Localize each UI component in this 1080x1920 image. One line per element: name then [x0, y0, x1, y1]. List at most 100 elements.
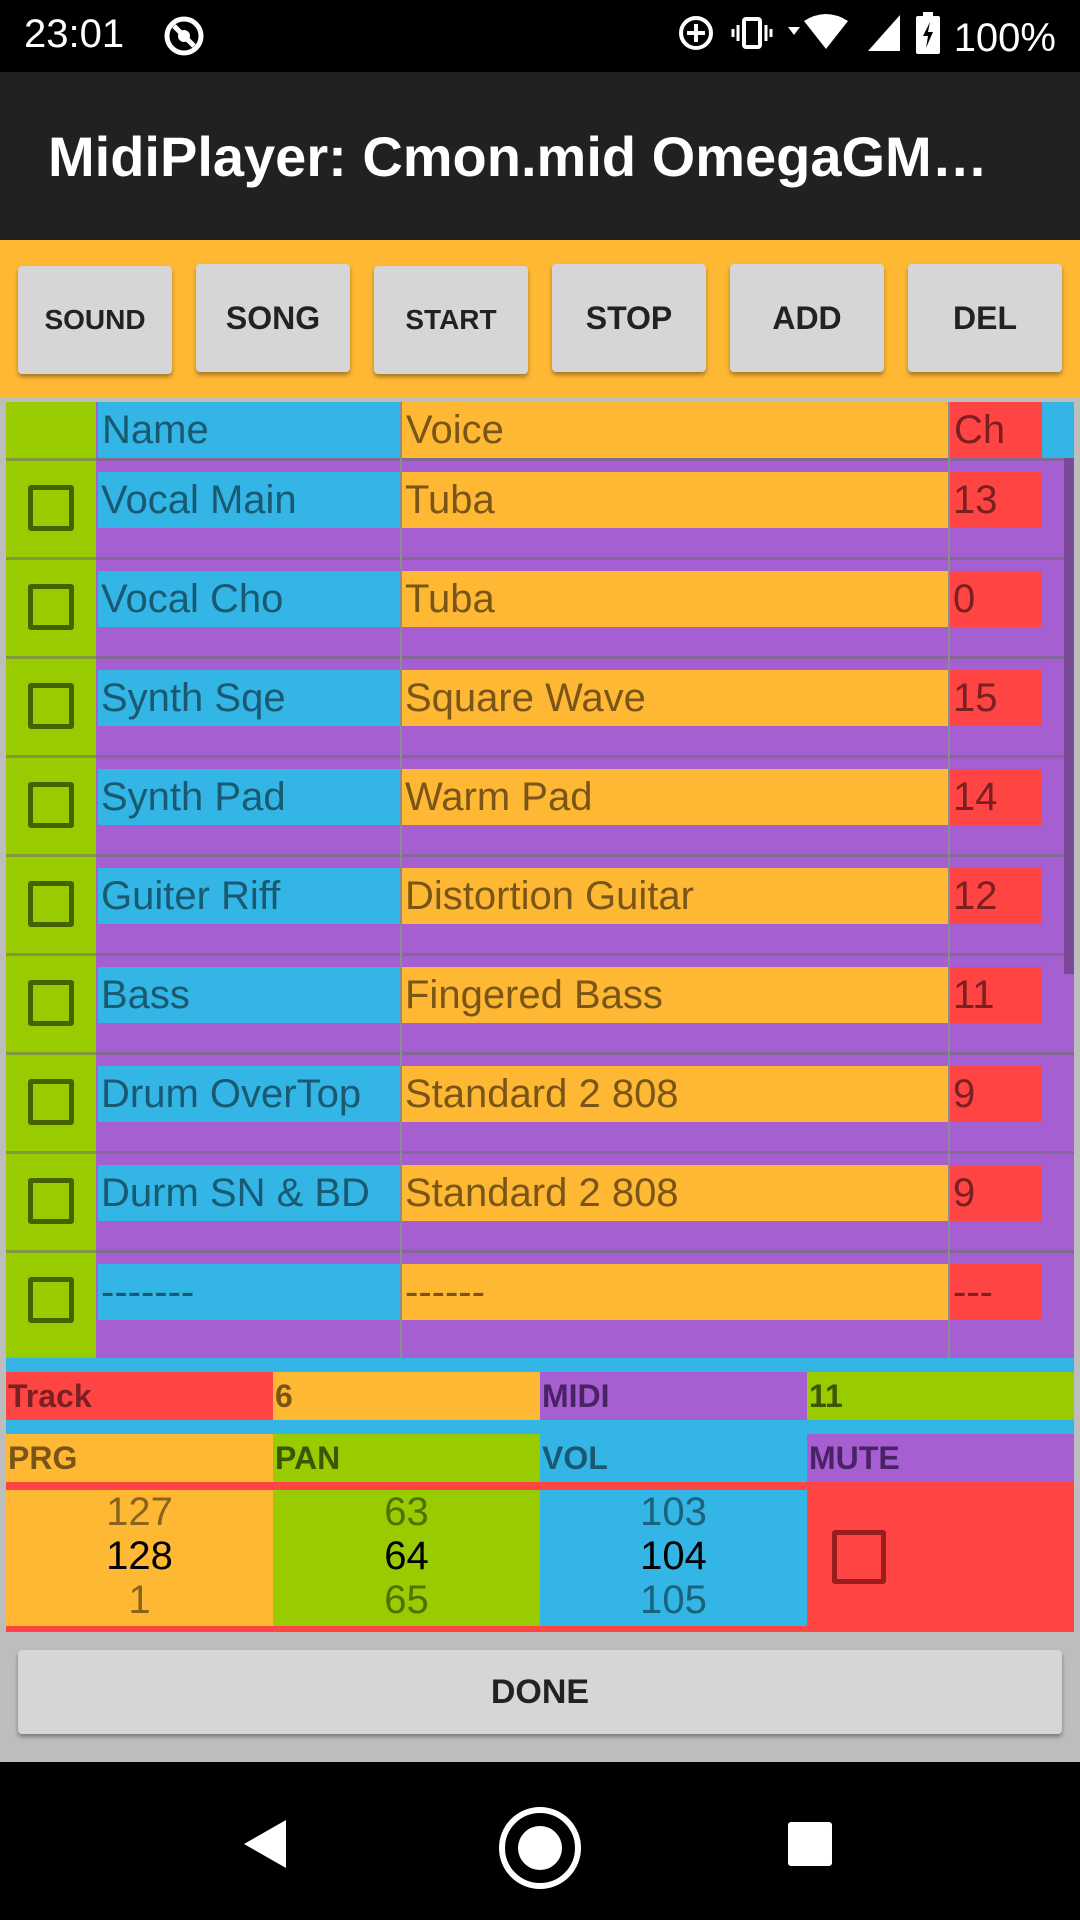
track-channel[interactable]: 11	[950, 967, 1042, 1023]
row-separator	[6, 458, 1074, 461]
mute-label: MUTE	[807, 1434, 1074, 1482]
track-checkbox[interactable]	[28, 1079, 74, 1125]
track-name[interactable]: Vocal Main	[98, 472, 400, 528]
header-name: Name	[98, 402, 400, 458]
row-separator	[6, 1052, 1074, 1055]
battery-level: 100%	[953, 15, 1056, 60]
header-ch: Ch	[950, 402, 1042, 458]
navigation-bar	[0, 1762, 1080, 1920]
track-name[interactable]: Vocal Cho	[98, 571, 400, 627]
track-voice[interactable]: Standard 2 808	[402, 1165, 948, 1221]
back-icon[interactable]	[240, 1818, 292, 1875]
track-name[interactable]: Drum OverTop	[98, 1066, 400, 1122]
track-channel[interactable]: 12	[950, 868, 1042, 924]
column-divider	[400, 402, 402, 1358]
start-button[interactable]: START	[374, 266, 528, 374]
track-checkbox[interactable]	[28, 980, 74, 1026]
track-voice[interactable]: ------	[402, 1264, 948, 1320]
row-separator	[6, 1151, 1074, 1154]
track-channel[interactable]: 14	[950, 769, 1042, 825]
track-voice[interactable]: Fingered Bass	[402, 967, 948, 1023]
track-name[interactable]: -------	[98, 1264, 400, 1320]
track-channel[interactable]: 9	[950, 1066, 1042, 1122]
track-checkbox[interactable]	[28, 782, 74, 828]
track-checkbox[interactable]	[28, 683, 74, 729]
track-checkbox[interactable]	[28, 584, 74, 630]
table-row[interactable]: Durm SN & BD Standard 2 808 9	[6, 1151, 1074, 1250]
stop-button[interactable]: STOP	[552, 264, 706, 372]
track-channel[interactable]: 9	[950, 1165, 1042, 1221]
track-checkbox[interactable]	[28, 1277, 74, 1323]
add-button[interactable]: ADD	[730, 264, 884, 372]
track-checkbox[interactable]	[28, 485, 74, 531]
row-separator	[6, 557, 1074, 560]
table-row[interactable]: Vocal Main Tuba 13	[6, 458, 1074, 557]
prg-next: 1	[128, 1578, 151, 1622]
wifi-icon	[787, 13, 852, 63]
vibrate-icon	[730, 13, 774, 63]
mute-checkbox[interactable]	[832, 1530, 886, 1584]
status-bar: 23:01 100%	[0, 0, 1080, 72]
table-row[interactable]: Synth Pad Warm Pad 14	[6, 755, 1074, 854]
home-icon[interactable]	[498, 1806, 582, 1895]
table-row[interactable]: Drum OverTop Standard 2 808 9	[6, 1052, 1074, 1151]
pan-picker[interactable]: 63 64 65	[273, 1490, 540, 1626]
toolbar: SOUND SONG START STOP ADD DEL	[0, 240, 1080, 398]
track-detail-panel: Track 6 MIDI 11 PRG PAN VOL MUTE 127 128…	[6, 1358, 1074, 1632]
vol-picker[interactable]: 103 104 105	[540, 1490, 807, 1626]
prg-picker[interactable]: 127 128 1	[6, 1490, 273, 1626]
del-button[interactable]: DEL	[908, 264, 1062, 372]
track-name[interactable]: Bass	[98, 967, 400, 1023]
cell-signal-icon	[866, 13, 902, 63]
row-separator	[6, 953, 1074, 956]
track-name[interactable]: Guiter Riff	[98, 868, 400, 924]
header-voice: Voice	[402, 402, 948, 458]
status-time: 23:01	[24, 12, 125, 56]
track-voice[interactable]: Square Wave	[402, 670, 948, 726]
table-row[interactable]: Guiter Riff Distortion Guitar 12	[6, 854, 1074, 953]
track-voice[interactable]: Distortion Guitar	[402, 868, 948, 924]
track-voice[interactable]: Tuba	[402, 472, 948, 528]
track-label: Track	[6, 1372, 273, 1420]
vol-current: 104	[640, 1534, 707, 1578]
track-voice[interactable]: Standard 2 808	[402, 1066, 948, 1122]
table-row[interactable]: Synth Sqe Square Wave 15	[6, 656, 1074, 755]
track-name[interactable]: Synth Sqe	[98, 670, 400, 726]
row-separator	[6, 1250, 1074, 1253]
prg-label: PRG	[6, 1434, 273, 1482]
data-saver-icon	[676, 13, 716, 63]
song-button[interactable]: SONG	[196, 264, 350, 372]
track-voice[interactable]: Warm Pad	[402, 769, 948, 825]
track-channel[interactable]: 0	[950, 571, 1042, 627]
table-row[interactable]: Vocal Cho Tuba 0	[6, 557, 1074, 656]
row-separator	[6, 755, 1074, 758]
track-voice[interactable]: Tuba	[402, 571, 948, 627]
track-channel[interactable]: 13	[950, 472, 1042, 528]
track-checkbox[interactable]	[28, 881, 74, 927]
pan-prev: 63	[384, 1490, 429, 1534]
table-scrollbar[interactable]	[1064, 458, 1074, 974]
vol-prev: 103	[640, 1490, 707, 1534]
track-name[interactable]: Synth Pad	[98, 769, 400, 825]
prg-prev: 127	[106, 1490, 173, 1534]
recents-icon[interactable]	[786, 1820, 834, 1873]
done-button[interactable]: DONE	[18, 1650, 1062, 1734]
track-checkbox[interactable]	[28, 1178, 74, 1224]
pan-current: 64	[384, 1534, 429, 1578]
table-row[interactable]: Bass Fingered Bass 11	[6, 953, 1074, 1052]
midi-value: 11	[807, 1372, 1074, 1420]
track-table[interactable]: Name Voice Ch Vocal Main Tuba 13 Vocal Cho T…	[6, 402, 1074, 1358]
track-value: 6	[273, 1372, 540, 1420]
pan-label: PAN	[273, 1434, 540, 1482]
table-row[interactable]: ------- ------ ---	[6, 1250, 1074, 1349]
row-separator	[6, 656, 1074, 659]
do-not-disturb-icon	[162, 14, 206, 63]
row-separator	[6, 854, 1074, 857]
vol-next: 105	[640, 1578, 707, 1622]
midi-label: MIDI	[540, 1372, 807, 1420]
track-name[interactable]: Durm SN & BD	[98, 1165, 400, 1221]
track-channel[interactable]: 15	[950, 670, 1042, 726]
sound-button[interactable]: SOUND	[18, 266, 172, 374]
track-channel[interactable]: ---	[950, 1264, 1042, 1320]
battery-charging-icon	[915, 12, 940, 64]
